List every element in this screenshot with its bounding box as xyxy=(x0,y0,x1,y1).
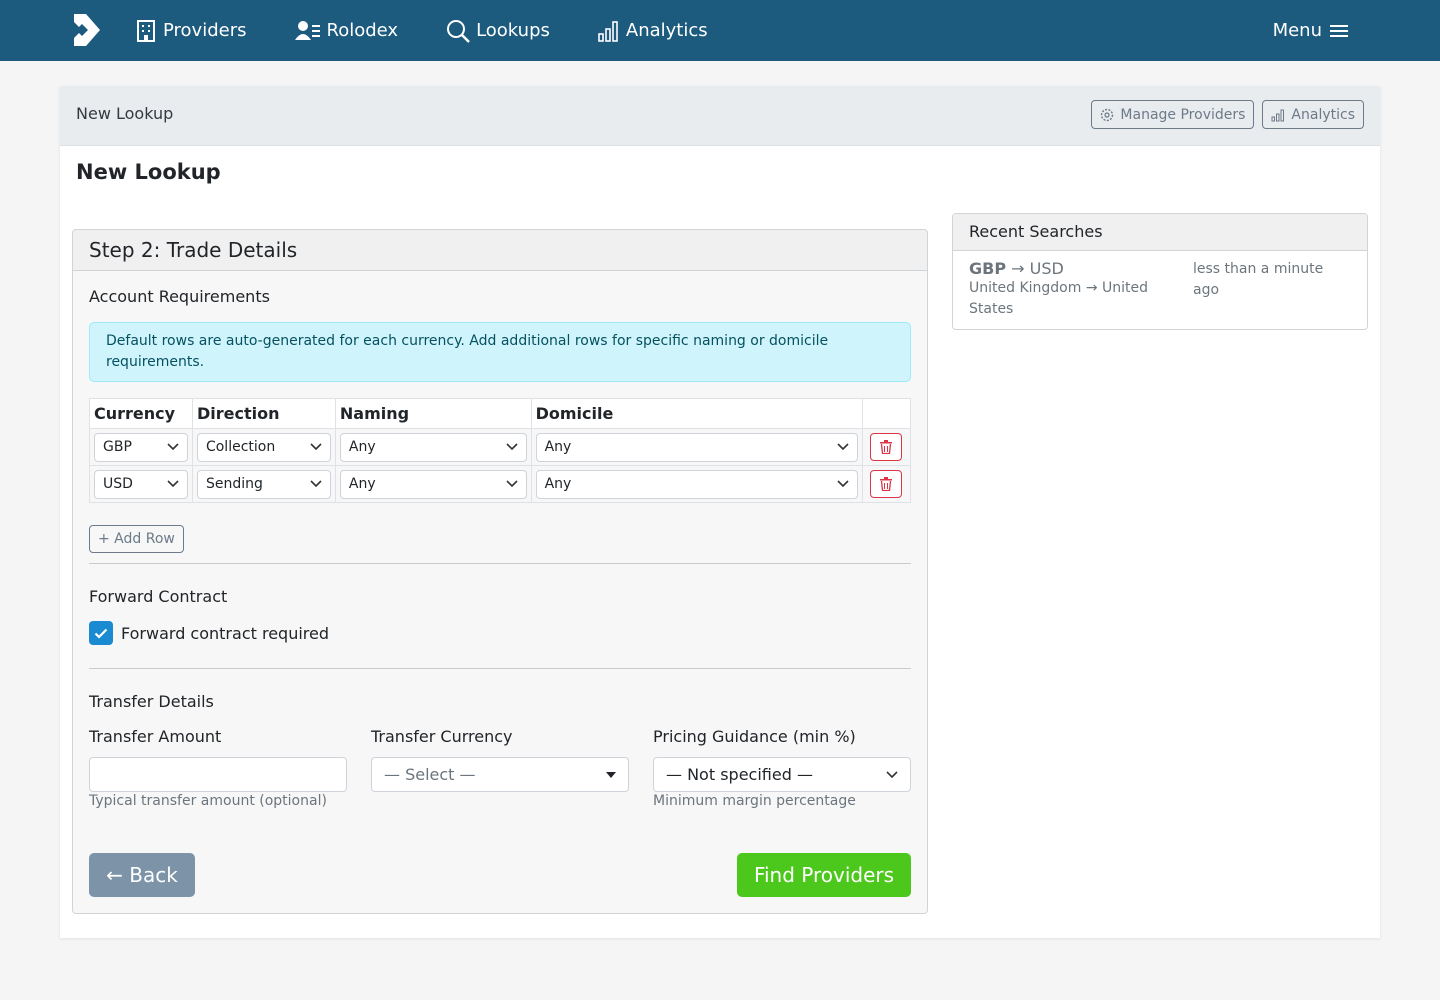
find-providers-button[interactable]: Find Providers xyxy=(737,853,911,897)
brand-logo-icon[interactable] xyxy=(70,10,102,50)
transfer-details-heading: Transfer Details xyxy=(89,692,214,711)
requirements-table: Currency Direction Naming Domicile GBP C… xyxy=(89,398,912,503)
nav-providers-label: Providers xyxy=(163,20,247,41)
domicile-value: Any xyxy=(544,476,572,492)
direction-value: Collection xyxy=(205,439,276,455)
nav-rolodex-label: Rolodex xyxy=(326,20,399,41)
currency-value: USD xyxy=(103,476,133,492)
delete-row-button[interactable] xyxy=(870,433,903,461)
nav-analytics[interactable]: Analytics xyxy=(598,20,708,42)
divider xyxy=(89,563,911,564)
card-header: New Lookup Manage Providers Analytics xyxy=(60,86,1380,146)
menu-button[interactable]: Menu xyxy=(1273,0,1348,61)
contacts-icon xyxy=(294,20,320,40)
page-title: New Lookup xyxy=(76,160,221,184)
transfer-currency-label: Transfer Currency xyxy=(371,727,513,746)
add-row-button[interactable]: + Add Row xyxy=(89,525,184,553)
hamburger-icon xyxy=(1330,24,1348,37)
direction-select[interactable]: Collection xyxy=(196,432,331,462)
manage-providers-label: Manage Providers xyxy=(1120,106,1246,123)
recent-searches-panel: Recent Searches GBP → USD United Kingdom… xyxy=(952,213,1368,330)
recent-from-currency: GBP xyxy=(969,259,1007,278)
pricing-guidance-select[interactable]: — Not specified — xyxy=(653,757,911,792)
nav-rolodex[interactable]: Rolodex xyxy=(294,20,399,42)
direction-value: Sending xyxy=(205,476,263,492)
analytics-button-label: Analytics xyxy=(1291,106,1355,123)
breadcrumb: New Lookup xyxy=(76,104,174,123)
chevron-down-icon xyxy=(167,480,179,488)
domicile-select[interactable]: Any xyxy=(535,432,858,462)
gear-icon xyxy=(1101,108,1114,121)
transfer-currency-select[interactable]: — Select — xyxy=(371,757,629,792)
top-navbar: Providers Rolodex Lookups Analytics Menu xyxy=(0,0,1440,61)
naming-value: Any xyxy=(348,476,376,492)
col-direction: Direction xyxy=(191,398,336,429)
col-actions xyxy=(861,398,912,429)
recent-route: United Kingdom → United States xyxy=(969,280,1148,317)
currency-value: GBP xyxy=(103,439,132,455)
forward-contract-heading: Forward Contract xyxy=(89,587,228,606)
transfer-amount-input[interactable] xyxy=(89,757,347,792)
col-domicile: Domicile xyxy=(530,398,863,429)
table-row: USD Sending Any Any xyxy=(89,465,912,503)
chevron-down-icon xyxy=(837,443,849,451)
step-title: Step 2: Trade Details xyxy=(73,230,927,271)
recent-timestamp: less than a minute ago xyxy=(1193,261,1324,298)
chevron-down-icon xyxy=(886,770,898,778)
naming-value: Any xyxy=(348,439,376,455)
menu-label: Menu xyxy=(1272,20,1322,41)
chevron-down-icon xyxy=(167,443,179,451)
pricing-guidance-label: Pricing Guidance (min %) xyxy=(653,727,856,746)
nav-lookups[interactable]: Lookups xyxy=(446,19,550,43)
trash-icon xyxy=(880,477,893,491)
bar-chart-icon xyxy=(1271,109,1285,121)
back-button[interactable]: ← Back xyxy=(89,853,195,897)
direction-select[interactable]: Sending xyxy=(196,469,331,499)
analytics-button[interactable]: Analytics xyxy=(1262,100,1364,129)
main-card: New Lookup Manage Providers Analytics Ne… xyxy=(60,86,1380,938)
account-requirements-heading: Account Requirements xyxy=(89,287,270,306)
bar-chart-icon xyxy=(598,20,618,42)
info-alert: Default rows are auto-generated for each… xyxy=(89,322,911,382)
forward-contract-row: Forward contract required xyxy=(89,621,329,645)
naming-select[interactable]: Any xyxy=(339,469,527,499)
naming-select[interactable]: Any xyxy=(339,432,527,462)
transfer-amount-label: Transfer Amount xyxy=(89,727,222,746)
nav-providers[interactable]: Providers xyxy=(135,19,247,43)
chevron-down-icon xyxy=(506,443,518,451)
forward-contract-label: Forward contract required xyxy=(121,623,330,643)
chevron-down-icon xyxy=(310,443,322,451)
currency-select[interactable]: GBP xyxy=(94,432,188,462)
trash-icon xyxy=(880,440,893,454)
building-icon xyxy=(137,19,155,42)
forward-contract-checkbox[interactable] xyxy=(89,621,113,645)
col-currency: Currency xyxy=(89,398,193,429)
chevron-down-icon xyxy=(310,480,322,488)
currency-select[interactable]: USD xyxy=(94,469,188,499)
transfer-amount-hint: Typical transfer amount (optional) xyxy=(89,793,327,809)
pricing-guidance-value: — Not specified — xyxy=(666,765,813,784)
col-naming: Naming xyxy=(334,398,532,429)
chevron-down-icon xyxy=(837,480,849,488)
nav-lookups-label: Lookups xyxy=(476,20,550,41)
chevron-down-icon xyxy=(506,480,518,488)
check-icon xyxy=(94,628,108,639)
search-icon xyxy=(447,19,470,43)
pricing-guidance-hint: Minimum margin percentage xyxy=(653,793,856,809)
recent-to-currency: USD xyxy=(1029,259,1064,278)
delete-row-button[interactable] xyxy=(870,470,903,498)
manage-providers-button[interactable]: Manage Providers xyxy=(1091,100,1255,129)
table-row: GBP Collection Any Any xyxy=(89,428,912,466)
divider xyxy=(89,668,911,669)
recent-searches-title: Recent Searches xyxy=(953,214,1367,251)
step-panel: Step 2: Trade Details Account Requiremen… xyxy=(72,229,928,914)
list-item[interactable]: GBP → USD United Kingdom → United States… xyxy=(953,251,1367,328)
nav-analytics-label: Analytics xyxy=(625,20,708,41)
arrow-icon: → xyxy=(1011,259,1025,278)
caret-down-icon xyxy=(606,771,616,778)
domicile-value: Any xyxy=(544,439,572,455)
transfer-currency-value: — Select — xyxy=(384,765,476,784)
domicile-select[interactable]: Any xyxy=(535,469,858,499)
